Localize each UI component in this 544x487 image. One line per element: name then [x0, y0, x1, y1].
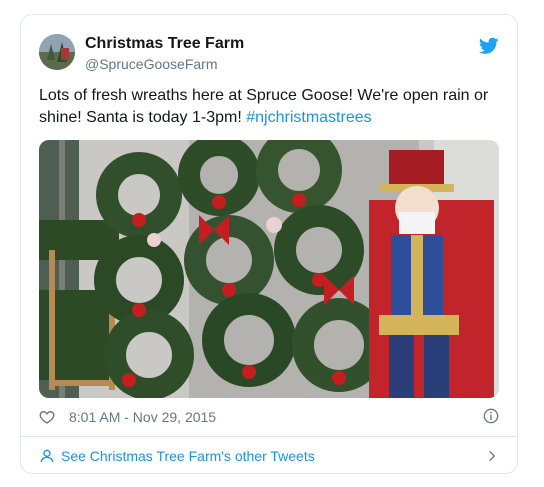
- heart-icon[interactable]: [39, 409, 55, 425]
- divider: [21, 436, 517, 437]
- tweet-card: Christmas Tree Farm @SpruceGooseFarm Lot…: [20, 14, 518, 474]
- wreaths-image: [39, 140, 499, 398]
- info-icon[interactable]: [483, 408, 499, 424]
- author-handle[interactable]: @SpruceGooseFarm: [85, 56, 217, 72]
- author-name[interactable]: Christmas Tree Farm: [85, 35, 244, 53]
- tweet-text: Lots of fresh wreaths here at Spruce Goo…: [39, 85, 499, 129]
- see-other-tweets-link[interactable]: See Christmas Tree Farm's other Tweets: [39, 443, 499, 469]
- see-other-tweets-label: See Christmas Tree Farm's other Tweets: [61, 448, 315, 464]
- person-icon: [40, 449, 54, 463]
- chevron-right-icon: [489, 450, 496, 462]
- tweet-timestamp[interactable]: 8:01 AM - Nov 29, 2015: [69, 409, 216, 425]
- hashtag-link[interactable]: #njchristmastrees: [246, 109, 371, 126]
- avatar[interactable]: [39, 34, 75, 70]
- tweet-photo[interactable]: [39, 140, 499, 398]
- twitter-bird-icon[interactable]: [479, 37, 499, 55]
- tweet-meta: 8:01 AM - Nov 29, 2015: [39, 407, 216, 427]
